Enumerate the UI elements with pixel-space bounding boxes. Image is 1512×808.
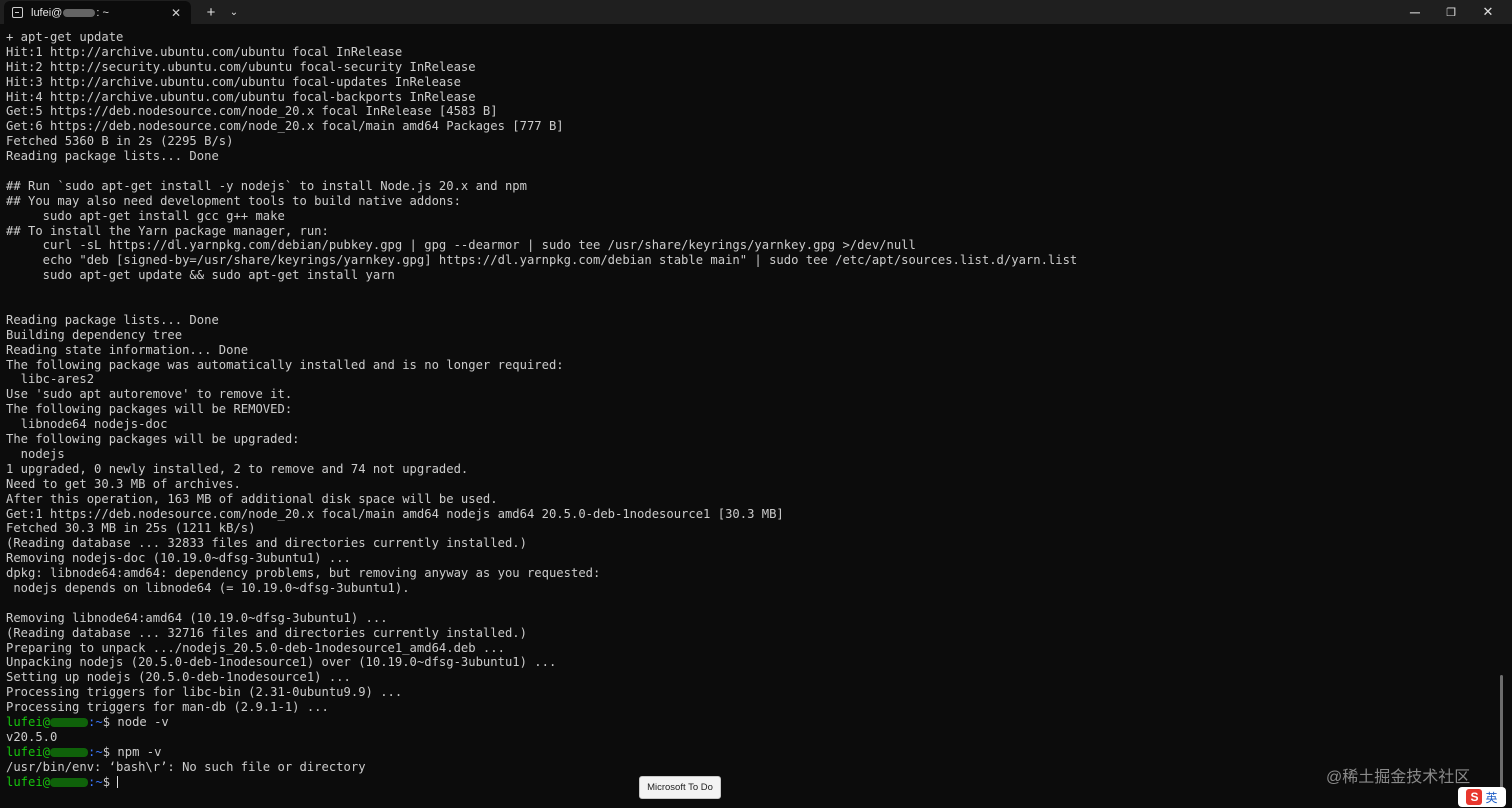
- prompt-path: :~: [88, 774, 103, 789]
- terminal-line: ## To install the Yarn package manager, …: [6, 223, 329, 238]
- terminal-line: Removing libnode64:amd64 (10.19.0~dfsg-3…: [6, 610, 388, 625]
- minimize-icon[interactable]: ─: [1398, 0, 1432, 24]
- prompt-symbol: $: [102, 714, 118, 729]
- tab-title: lufei@ : ~: [31, 7, 169, 19]
- prompt-user: lufei@: [6, 744, 51, 759]
- redacted-hostname: [50, 717, 89, 727]
- terminal-line: The following packages will be REMOVED:: [6, 402, 293, 417]
- terminal-line: Hit:1 http://archive.ubuntu.com/ubuntu f…: [6, 44, 403, 59]
- ime-language: 英: [1485, 790, 1498, 805]
- terminal-line: Reading package lists... Done: [6, 312, 219, 327]
- prompt-line: lufei@ :~$ node -v: [6, 715, 1496, 730]
- terminal-line: Unpacking nodejs (20.5.0-deb-1nodesource…: [6, 655, 557, 670]
- redacted-hostname: [50, 747, 89, 757]
- redacted-hostname: [50, 777, 89, 787]
- terminal-output[interactable]: + apt-get update Hit:1 http://archive.ubu…: [6, 30, 1496, 802]
- terminal-line: Processing triggers for man-db (2.9.1-1)…: [6, 700, 329, 715]
- terminal-line: echo "deb [signed-by=/usr/share/keyrings…: [6, 253, 1078, 268]
- terminal-line: dpkg: libnode64:amd64: dependency proble…: [6, 566, 601, 581]
- terminal-line: ## You may also need development tools t…: [6, 193, 461, 208]
- terminal-line: 1 upgraded, 0 newly installed, 2 to remo…: [6, 461, 469, 476]
- taskbar-tooltip: Microsoft To Do: [639, 776, 721, 799]
- prompt-path: :~: [88, 744, 103, 759]
- ime-indicator[interactable]: S 英: [1458, 787, 1506, 807]
- terminal-line: Get:6 https://deb.nodesource.com/node_20…: [6, 119, 564, 134]
- title-bar: lufei@ : ~ ✕ + ⌄ ─ ❐ ✕: [0, 0, 1512, 24]
- command-output: v20.5.0: [6, 729, 58, 744]
- terminal-line: + apt-get update: [6, 30, 124, 44]
- redacted-hostname: [63, 8, 96, 17]
- command-output: /usr/bin/env: ‘bash\r’: No such file or …: [6, 759, 366, 774]
- prompt-symbol: $: [102, 744, 118, 759]
- terminal-line: (Reading database ... 32833 files and di…: [6, 536, 527, 551]
- terminal-line: Hit:4 http://archive.ubuntu.com/ubuntu f…: [6, 89, 476, 104]
- terminal-line: The following packages will be upgraded:: [6, 432, 300, 447]
- terminal-line: ## Run `sudo apt-get install -y nodejs` …: [6, 178, 527, 193]
- terminal-line: nodejs depends on libnode64 (= 10.19.0~d…: [6, 580, 410, 595]
- terminal-line: Hit:2 http://security.ubuntu.com/ubuntu …: [6, 59, 476, 74]
- terminal-line: (Reading database ... 32716 files and di…: [6, 625, 527, 640]
- prompt-user: lufei@: [6, 774, 51, 789]
- prompt-path: :~: [88, 714, 103, 729]
- terminal-line: sudo apt-get install gcc g++ make: [6, 208, 285, 223]
- text-cursor[interactable]: [117, 776, 119, 789]
- terminal-line: Need to get 30.3 MB of archives.: [6, 476, 241, 491]
- terminal-icon: [12, 7, 23, 18]
- command-text: npm -v: [117, 744, 162, 759]
- close-tab-icon[interactable]: ✕: [169, 6, 183, 20]
- prompt-line: lufei@ :~$ npm -v: [6, 745, 1496, 760]
- terminal-line: Fetched 30.3 MB in 25s (1211 kB/s): [6, 521, 256, 536]
- close-window-icon[interactable]: ✕: [1470, 0, 1506, 24]
- command-text: node -v: [117, 714, 169, 729]
- terminal-line: Setting up nodejs (20.5.0-deb-1nodesourc…: [6, 670, 351, 685]
- terminal-line: curl -sL https://dl.yarnpkg.com/debian/p…: [6, 238, 916, 253]
- terminal-line: After this operation, 163 MB of addition…: [6, 491, 498, 506]
- plus-icon[interactable]: +: [200, 0, 222, 24]
- scrollbar-thumb[interactable]: [1500, 675, 1503, 800]
- terminal-line: Preparing to unpack .../nodejs_20.5.0-de…: [6, 640, 505, 655]
- terminal-line: Building dependency tree: [6, 327, 183, 342]
- terminal-line: Hit:3 http://archive.ubuntu.com/ubuntu f…: [6, 74, 461, 89]
- chevron-down-icon[interactable]: ⌄: [224, 0, 244, 24]
- terminal-line: The following package was automatically …: [6, 357, 564, 372]
- terminal-line: sudo apt-get update && sudo apt-get inst…: [6, 268, 395, 283]
- tab-title-user: lufei@: [31, 6, 63, 19]
- terminal-line: nodejs: [6, 446, 65, 461]
- terminal-line: Removing nodejs-doc (10.19.0~dfsg-3ubunt…: [6, 551, 351, 566]
- terminal-line: libnode64 nodejs-doc: [6, 417, 168, 432]
- tab-terminal[interactable]: lufei@ : ~ ✕: [4, 1, 191, 24]
- terminal-line: libc-ares2: [6, 372, 95, 387]
- watermark: @稀土掘金技术社区: [1326, 769, 1471, 786]
- tab-title-path: : ~: [96, 6, 109, 19]
- terminal-line: Reading package lists... Done: [6, 149, 219, 164]
- terminal-line: Processing triggers for libc-bin (2.31-0…: [6, 685, 403, 700]
- prompt-symbol: $: [102, 774, 118, 789]
- prompt-user: lufei@: [6, 714, 51, 729]
- sogou-icon: S: [1466, 789, 1483, 805]
- terminal-line: Get:1 https://deb.nodesource.com/node_20…: [6, 506, 784, 521]
- terminal-line: Reading state information... Done: [6, 342, 249, 357]
- terminal-line: Fetched 5360 B in 2s (2295 B/s): [6, 134, 234, 149]
- maximize-icon[interactable]: ❐: [1434, 0, 1468, 24]
- terminal-line: Get:5 https://deb.nodesource.com/node_20…: [6, 104, 498, 119]
- terminal-line: Use 'sudo apt autoremove' to remove it.: [6, 387, 293, 402]
- prompt-line: lufei@ :~$: [6, 775, 1496, 790]
